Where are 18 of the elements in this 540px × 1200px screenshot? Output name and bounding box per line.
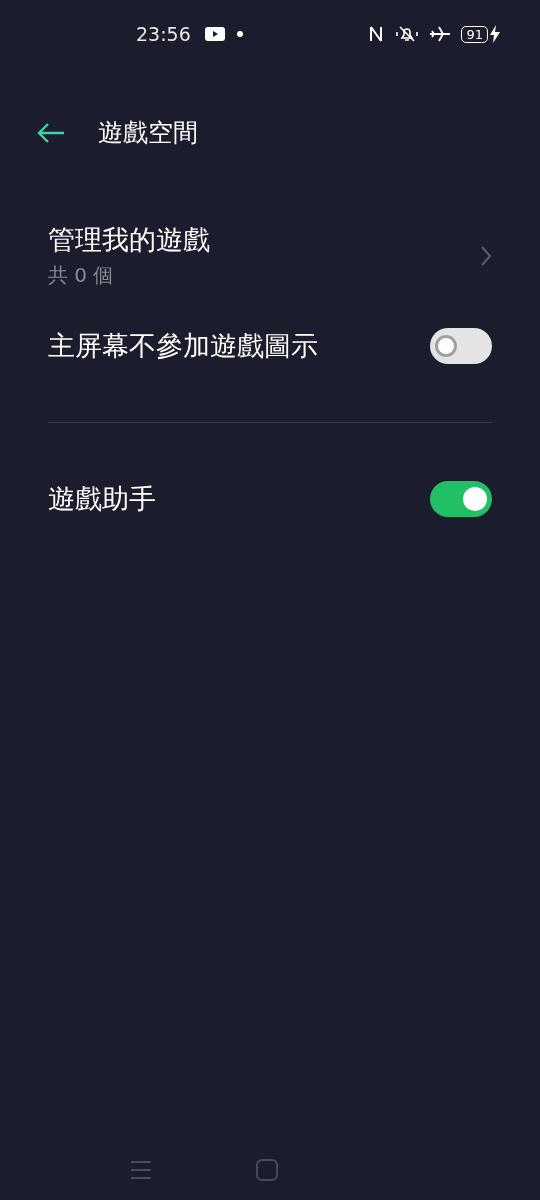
dot-icon	[236, 31, 243, 37]
muted-bell-icon	[395, 25, 420, 43]
row-title: 管理我的遊戲	[48, 223, 211, 257]
nfc-icon	[369, 25, 384, 43]
back-arrow-icon[interactable]	[36, 122, 66, 144]
chevron-right-icon	[480, 245, 492, 267]
toggle-switch[interactable]	[430, 328, 492, 364]
row-title: 遊戲助手	[48, 481, 157, 516]
settings-row[interactable]: 管理我的遊戲 共 0 個	[48, 200, 492, 306]
charging-icon	[490, 25, 500, 43]
page-title: 遊戲空間	[98, 117, 198, 150]
video-play-icon	[204, 27, 225, 41]
row-subtitle: 共 0 個	[48, 262, 115, 289]
airplane-icon	[429, 25, 452, 43]
status-time: 23:56	[136, 21, 191, 47]
row-title: 主屏幕不參加遊戲圖示	[48, 328, 319, 363]
battery-indicator: 91	[461, 25, 488, 43]
toggle-switch[interactable]	[430, 481, 492, 517]
